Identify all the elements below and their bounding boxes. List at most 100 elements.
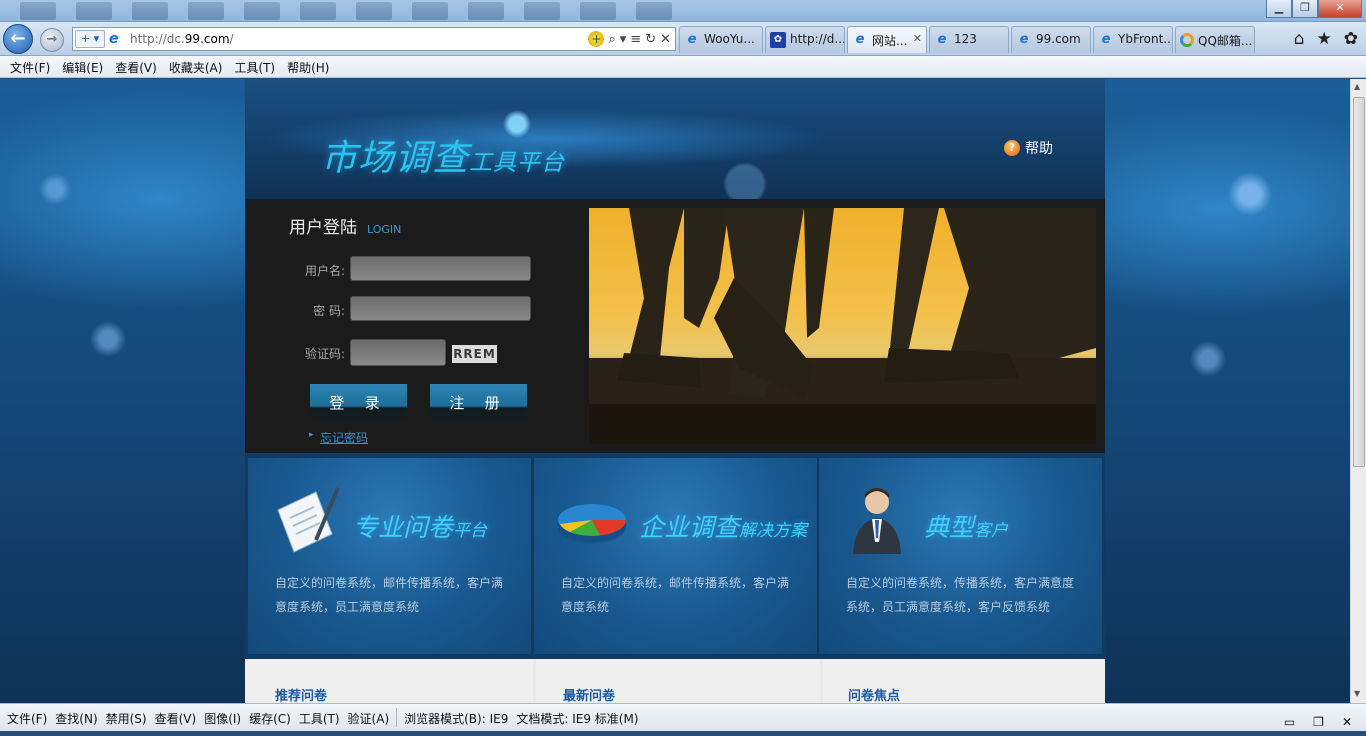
address-tools: + ⌕ ▾ ≡ ↻ ✕ [588,30,671,48]
ie-icon: e [109,31,119,47]
businessman-icon [853,488,901,554]
devtools-images[interactable]: 图像(I) [200,704,245,731]
close-devtools-icon[interactable]: ✕ [1338,709,1356,729]
divider [396,708,398,727]
list-column: 问卷焦点 [823,659,1105,703]
ie-icon: e [687,32,697,47]
address-bar[interactable]: + ▾ e http://dc.99.com/ + ⌕ ▾ ≡ ↻ ✕ [72,27,676,51]
tab-123[interactable]: e 123 [929,26,1009,53]
pie-chart-icon [558,504,626,544]
nav-right-icons: ⌂ ★ ✿ [1294,29,1358,49]
menu-tools[interactable]: 工具(T) [228,56,281,77]
help-label: 帮助 [1025,141,1053,157]
help-link[interactable]: ? 帮助 [1004,138,1053,158]
feature-card: 企业调查解决方案 自定义的问卷系统，邮件传播系统，客户满意度系统 [534,458,817,654]
list-title-focus[interactable]: 问卷焦点 [848,685,900,703]
captcha-input[interactable] [350,339,446,366]
menu-favorites[interactable]: 收藏夹(A) [163,56,229,77]
settings-icon[interactable]: ✿ [1344,29,1358,49]
forward-button[interactable]: → [40,28,64,52]
taskbar-edge [0,731,1366,736]
rss-icon[interactable]: ≡ [630,32,641,47]
page-container: 市场调查工具平台 ? 帮助 用户登陆 LOGIN 用户名: 密 码: 验证码: R… [245,79,1105,703]
ie-icon: e [855,32,865,47]
home-icon[interactable]: ⌂ [1294,29,1305,49]
devtools-validate[interactable]: 验证(A) [344,704,394,731]
devtools-file[interactable]: 文件(F) [3,704,51,731]
refresh-icon[interactable]: ↻ [645,32,656,47]
devtools-cache[interactable]: 缓存(C) [245,704,295,731]
password-label: 密 码: [313,304,345,318]
feature-card: 典型客户 自定义的问卷系统，传播系统，客户满意度系统，员工满意度系统，客户反馈系… [819,458,1102,654]
tab-label: 99.com [1036,32,1081,46]
window-controls: ▁ ❐ ✕ [1266,0,1362,18]
menu-view[interactable]: 查看(V) [109,56,163,77]
features-section: 专业问卷平台 自定义的问卷系统，邮件传播系统，客户满意度系统，员工满意度系统 企… [245,453,1105,659]
menu-edit[interactable]: 编辑(E) [56,56,109,77]
list-title-latest[interactable]: 最新问卷 [563,685,615,703]
popout-icon[interactable]: ❐ [1309,709,1328,729]
login-band: 用户登陆LOGIN 用户名: 密 码: 验证码: RREM 登 录 注 册 忘记… [245,199,1105,453]
address-url[interactable]: http://dc.99.com/ [130,32,234,46]
ie-icon: e [937,32,947,47]
feature-desc: 自定义的问卷系统，邮件传播系统，客户满意度系统，员工满意度系统 [275,576,504,614]
menu-help[interactable]: 帮助(H) [281,56,335,77]
feature-title: 专业问卷平台 [353,513,488,542]
help-icon: ? [1004,140,1020,156]
login-button[interactable]: 登 录 [310,384,407,424]
forgot-password-link[interactable]: 忘记密码 [309,429,368,446]
menu-file[interactable]: 文件(F) [4,56,56,77]
devtools-find[interactable]: 查找(N) [51,704,101,731]
devtools-disable[interactable]: 禁用(S) [102,704,151,731]
tab-99com[interactable]: e 99.com [1011,26,1091,53]
back-button[interactable]: ← [3,24,33,54]
tab-label: http://d... [790,32,845,46]
compatibility-view-icon[interactable]: + [588,31,605,47]
register-button[interactable]: 注 册 [430,384,527,424]
browser-mode-menu[interactable]: 浏览器模式(B): IE9 [400,704,512,731]
restore-button[interactable]: ❐ [1292,0,1318,18]
scroll-down-icon[interactable]: ▼ [1354,689,1360,698]
tab-wooyun[interactable]: e WooYu... [679,26,763,53]
minimize-button[interactable]: ▁ [1266,0,1292,18]
close-window-button[interactable]: ✕ [1318,0,1362,18]
site-header: 市场调查工具平台 ? 帮助 [245,79,1105,199]
tab-website-active[interactable]: e 网站... ✕ [847,26,927,53]
baidu-icon: ✿ [770,32,786,48]
list-column: 推荐问卷 [245,659,533,703]
search-icon[interactable]: ⌕ [608,32,615,47]
banner-photo [589,208,1096,444]
scroll-thumb[interactable] [1353,97,1365,467]
tab-qqmail[interactable]: QQ邮箱... [1175,26,1255,53]
stop-icon[interactable]: ✕ [660,32,671,47]
devtools-tools[interactable]: 工具(T) [295,704,344,731]
questionnaire-icon [277,487,340,553]
vertical-scrollbar[interactable]: ▲ ▼ [1350,79,1366,703]
compat-plugin-icon[interactable]: + ▾ [75,30,105,48]
walking-legs-image [589,208,1096,444]
tab-label: QQ邮箱... [1198,34,1253,48]
favorites-icon[interactable]: ★ [1317,29,1332,49]
tab-strip: e WooYu... ✿ http://d... e 网站... ✕ e 123 e 99.… [679,26,1255,53]
tab-ybfront[interactable]: e YbFront... [1093,26,1173,53]
username-input[interactable] [350,256,531,281]
page-viewport: 市场调查工具平台 ? 帮助 用户登陆 LOGIN 用户名: 密 码: 验证码: R… [0,79,1350,703]
tab-label: YbFront... [1118,32,1173,46]
tab-label: 123 [954,32,977,46]
document-mode-menu[interactable]: 文档模式: IE9 标准(M) [512,704,642,731]
captcha-image[interactable]: RREM [452,345,497,363]
tab-http[interactable]: ✿ http://d... [765,26,845,53]
desktop-thumbnails [20,2,672,20]
minimize-pane-icon[interactable]: ▭ [1280,709,1299,729]
password-input[interactable] [350,296,531,321]
close-tab-icon[interactable]: ✕ [913,32,922,53]
captcha-label: 验证码: [304,347,345,361]
scroll-up-icon[interactable]: ▲ [1354,82,1360,91]
lists-section: 推荐问卷 最新问卷 问卷焦点 [245,659,1105,703]
list-column: 最新问卷 [536,659,820,703]
devtools-view[interactable]: 查看(V) [151,704,201,731]
search-dropdown-icon[interactable]: ▾ [620,32,627,47]
ie-icon: e [1019,32,1029,47]
login-title: 用户登陆 LOGIN [289,218,402,238]
list-title-recommended[interactable]: 推荐问卷 [275,685,327,703]
